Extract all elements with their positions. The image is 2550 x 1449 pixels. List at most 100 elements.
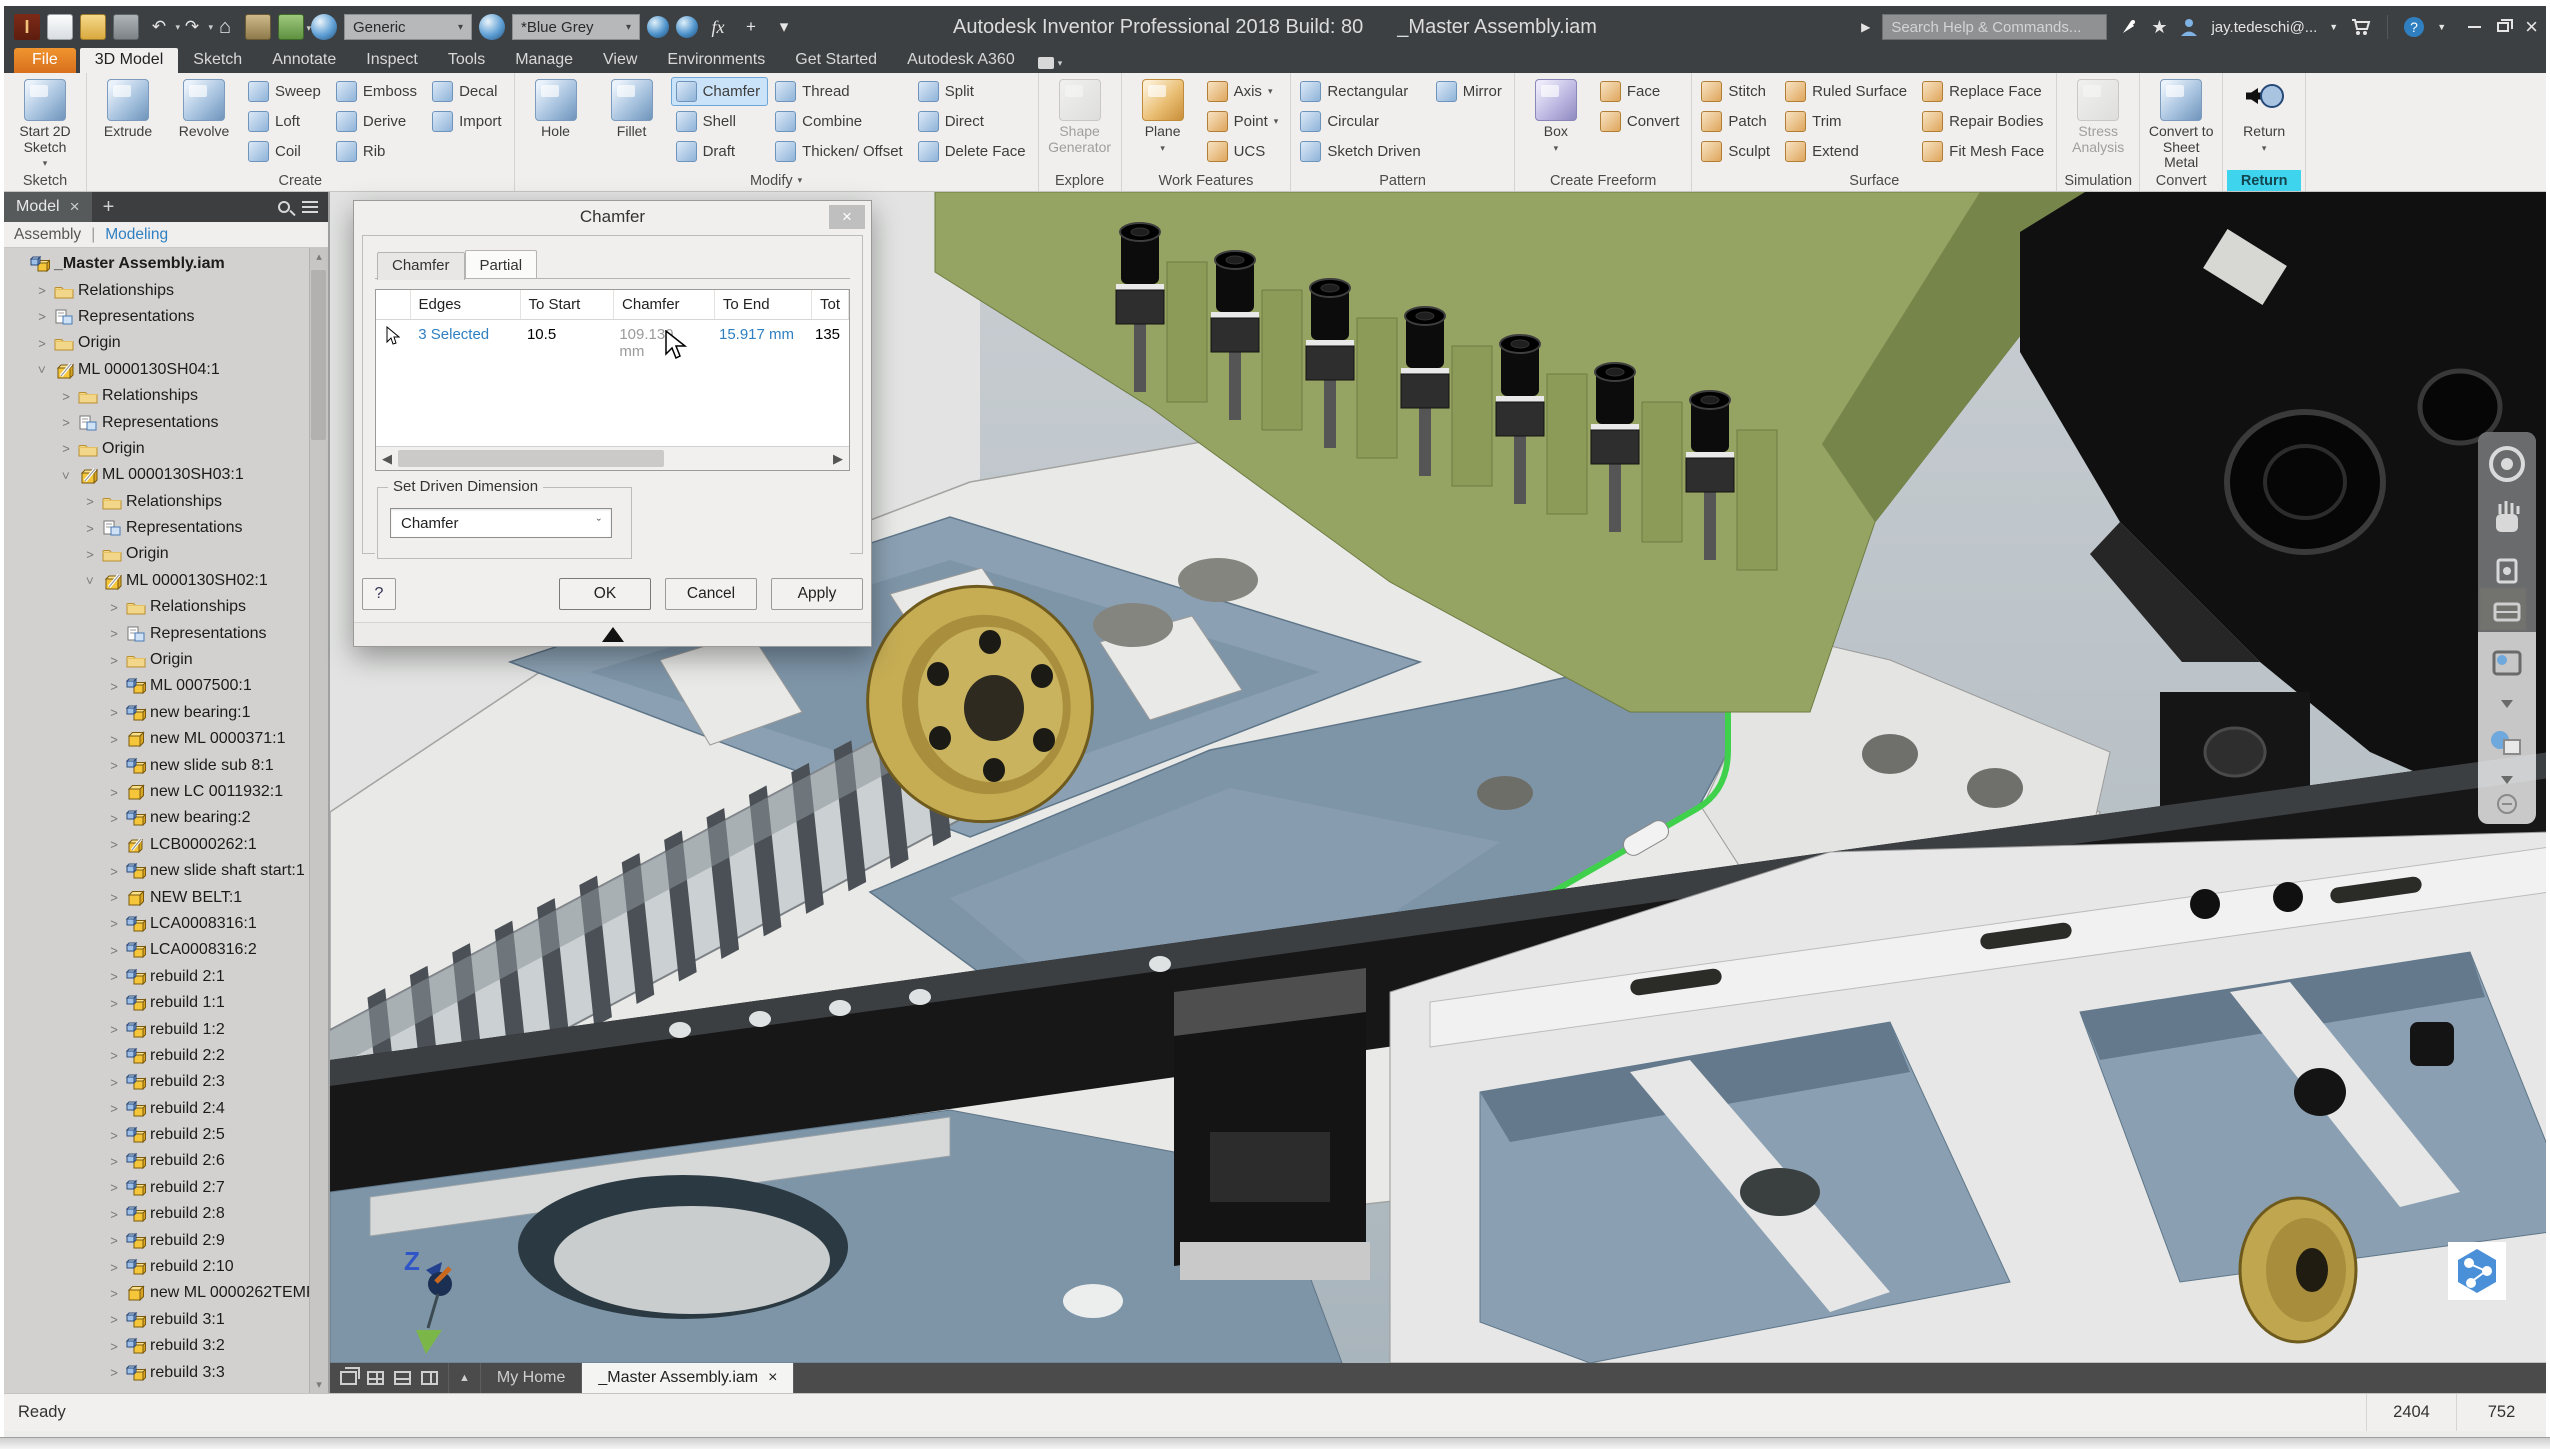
tree-expander-icon[interactable]: > [58,389,74,404]
chamfer-dialog-close-button[interactable]: × [829,205,865,229]
material-combo[interactable]: Generic ▾ [344,14,472,40]
tree-expander-icon[interactable]: > [106,943,122,958]
panel-label-convert[interactable]: Convert [2144,171,2218,191]
ribbon-tab-annotate[interactable]: Annotate [257,48,351,73]
column-header-to-start[interactable]: To Start [521,290,615,319]
thicken-offset-button[interactable]: Thicken/ Offset [770,137,911,166]
tree-item[interactable]: > Origin [4,647,328,673]
delete-face-button[interactable]: Delete Face [913,137,1034,166]
tree-item[interactable]: > new ML 0000371:1 [4,726,328,752]
tree-expander-icon[interactable]: > [106,1233,122,1248]
tree-item[interactable]: > new bearing:1 [4,700,328,726]
tab-chamfer[interactable]: Chamfer [377,252,465,280]
thread-button[interactable]: Thread [770,77,911,106]
decal-button[interactable]: Decal [427,77,510,106]
tree-expander-icon[interactable]: > [106,1312,122,1327]
tree-expander-icon[interactable]: > [58,415,74,430]
tree-expander-icon[interactable]: > [82,521,98,536]
ribbon-display-toggle[interactable]: ▾ [1037,57,1063,73]
tree-expander-icon[interactable]: > [106,1101,122,1116]
ribbon-tab-view[interactable]: View [588,48,652,73]
column-header-edges[interactable]: Edges [411,290,521,319]
extend-button[interactable]: Extend [1780,137,1915,166]
panel-label-work-features[interactable]: Work Features [1126,170,1287,191]
tree-item[interactable]: > Origin [4,436,328,462]
loft-button[interactable]: Loft [243,107,329,136]
tree-item[interactable]: > rebuild 2:5 [4,1122,328,1148]
ucs-button[interactable]: UCS [1202,137,1287,166]
search-expand-icon[interactable]: ▶ [1861,20,1870,34]
parameters-icon[interactable]: fx [705,14,731,40]
tree-item[interactable]: > rebuild 1:1 [4,990,328,1016]
ruled-surface-button[interactable]: Ruled Surface [1780,77,1915,106]
panel-label-surface[interactable]: Surface [1696,170,2052,191]
browser-tab-model[interactable]: Model × [4,192,92,222]
tree-expander-icon[interactable]: > [106,811,122,826]
browser-tab-close-icon[interactable]: × [70,197,80,217]
appearance-ball-icon[interactable] [479,14,505,40]
tree-item[interactable]: > NEW BELT:1 [4,884,328,910]
select-tool-icon[interactable]: ▾ [278,14,311,40]
tree-expander-icon[interactable]: > [106,1207,122,1222]
panel-label-create-freeform[interactable]: Create Freeform [1519,170,1688,191]
panel-label-return[interactable]: Return [2227,170,2302,191]
browser-menu-icon[interactable] [302,201,318,213]
tree-expander-icon[interactable]: > [106,837,122,852]
convert-button[interactable]: Convert [1595,107,1688,136]
browser-search-icon[interactable] [278,201,290,213]
tree-item[interactable]: > rebuild 2:10 [4,1254,328,1280]
tree-item[interactable]: > rebuild 3:2 [4,1333,328,1359]
tree-item[interactable]: > rebuild 2:4 [4,1096,328,1122]
ribbon-tab-tools[interactable]: Tools [433,48,500,73]
tree-item[interactable]: > Origin [4,541,328,567]
dialog-expand-strip[interactable] [354,622,871,646]
dialog-help-button[interactable]: ? [362,578,396,610]
ribbon-display-chevron[interactable]: ▾ [1058,58,1063,69]
tree-scrollbar-thumb[interactable] [311,270,326,440]
tree-expander-icon[interactable]: > [106,1286,122,1301]
axis-button[interactable]: Axis ▾ [1202,77,1287,106]
browser-add-tab-button[interactable]: + [92,192,126,222]
import-button[interactable]: Import [427,107,510,136]
plane-button[interactable]: Plane ▾ [1126,77,1200,169]
cell-edges[interactable]: 3 Selected [410,320,519,366]
redo-icon[interactable]: ↷ ▾ [179,14,213,40]
tree-item[interactable]: > Representations [4,409,328,435]
tree-item[interactable]: > Relationships [4,489,328,515]
ribbon-tab-3d-model[interactable]: 3D Model [79,48,179,73]
tree-item[interactable]: > new ML 0000262TEMP:1 [4,1280,328,1306]
tree-item[interactable]: > ML 0000130SH03:1 [4,462,328,488]
search-input[interactable] [1882,14,2108,40]
ribbon-tab-get-started[interactable]: Get Started [780,48,892,73]
ok-button[interactable]: OK [559,578,651,610]
ribbon-tab-environments[interactable]: Environments [652,48,780,73]
restore-button[interactable] [2497,19,2514,32]
dropdown-chevron-icon[interactable]: ▾ [1160,143,1165,153]
tree-expander-icon[interactable]: > [106,1022,122,1037]
tree-item[interactable]: > new slide sub 8:1 [4,752,328,778]
tree-expander-icon[interactable]: > [106,1048,122,1063]
tree-item[interactable]: > ML 0007500:1 [4,673,328,699]
navigation-bar[interactable] [2478,432,2536,824]
cell-chamfer[interactable]: 109.139 mm [611,320,711,366]
shell-button[interactable]: Shell [671,107,769,136]
tree-item[interactable]: > LCA0008316:1 [4,911,328,937]
row-selector-cell[interactable] [376,320,410,366]
sweep-button[interactable]: Sweep [243,77,329,106]
split-button[interactable]: Split [913,77,1034,106]
dropdown-chevron-icon[interactable]: ▾ [1554,143,1559,153]
tabbar-collapse-icon[interactable]: ▲ [449,1363,481,1393]
extrude-button[interactable]: Extrude [91,77,165,169]
tree-expander-icon[interactable]: > [106,705,122,720]
material-ball-icon[interactable] [311,14,337,40]
doc-tab-my-home[interactable]: My Home [481,1363,583,1393]
sculpt-button[interactable]: Sculpt [1696,137,1778,166]
derive-button[interactable]: Derive [331,107,425,136]
tree-item[interactable]: > Representations [4,620,328,646]
draft-button[interactable]: Draft [671,137,769,166]
dropdown-chevron-icon[interactable]: ▾ [2262,143,2267,153]
tree-expander-icon[interactable]: > [106,1260,122,1275]
panel-label-sketch[interactable]: Sketch [8,170,82,191]
tree-item[interactable]: > rebuild 2:6 [4,1148,328,1174]
ribbon-tab-sketch[interactable]: Sketch [178,48,257,73]
